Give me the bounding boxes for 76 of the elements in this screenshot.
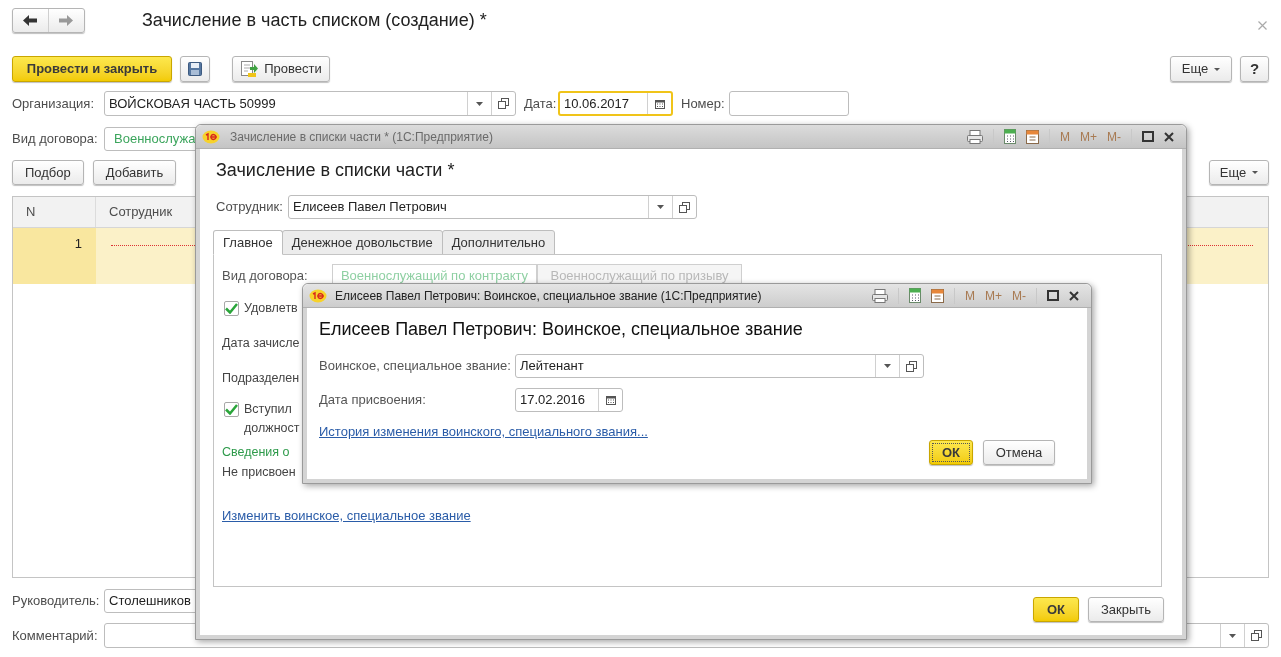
- app-logo-icon: [309, 288, 327, 303]
- caret-icon: [1214, 67, 1221, 71]
- checkbox[interactable]: [224, 301, 239, 316]
- rank-field[interactable]: Лейтенант: [515, 354, 924, 378]
- field-label: Руководитель:: [12, 592, 101, 611]
- calculator-icon[interactable]: [1004, 129, 1016, 144]
- right-arrow-icon: [59, 15, 74, 26]
- caret-icon: [884, 364, 891, 368]
- window-title: Зачисление в списки части * (1С:Предприятие): [230, 128, 493, 146]
- cancel-button[interactable]: Отмена: [983, 440, 1055, 465]
- organization-field[interactable]: ВОЙСКОВАЯ ЧАСТЬ 50999: [104, 91, 516, 116]
- more-button[interactable]: Еще: [1209, 160, 1269, 185]
- field-label: Дата:: [524, 94, 558, 113]
- app-logo-icon: [202, 129, 220, 144]
- checkbox-label: Вступил: [244, 401, 292, 418]
- open-icon: [679, 201, 690, 213]
- post-and-close-button[interactable]: Провести и закрыть: [12, 56, 172, 82]
- close-button[interactable]: Закрыть: [1088, 597, 1164, 622]
- window-title: Елисеев Павел Петрович: Воинское, специальное звание (1С:Предприятие): [335, 287, 762, 305]
- tab[interactable]: Дополнительно: [441, 230, 556, 255]
- date-field[interactable]: 10.06.2017: [558, 91, 673, 116]
- checkbox[interactable]: [224, 402, 239, 417]
- history-link[interactable]: История изменения воинского, специального звания...: [319, 423, 648, 441]
- number-field[interactable]: [729, 91, 849, 116]
- calendar-icon: [654, 98, 665, 109]
- caret-icon: [1229, 633, 1236, 638]
- field-label: Номер:: [681, 94, 726, 113]
- dialog-heading: Зачисление в списки части *: [216, 159, 456, 182]
- open-icon: [1251, 630, 1262, 641]
- post-button[interactable]: Провести: [232, 56, 330, 82]
- maximize-icon[interactable]: [1142, 131, 1154, 142]
- change-rank-link[interactable]: Изменить воинское, специальное звание: [222, 506, 471, 526]
- close-icon[interactable]: [1069, 290, 1079, 301]
- dialog-heading: Елисеев Павел Петрович: Воинское, специальное звание: [319, 318, 804, 341]
- field-label: Не присвоен: [222, 464, 296, 481]
- field-label: Вид договора:: [12, 130, 99, 149]
- section-heading: Сведения о: [222, 444, 290, 461]
- caret-icon: [476, 101, 483, 106]
- maximize-icon[interactable]: [1047, 290, 1059, 301]
- calendar-icon[interactable]: [1026, 129, 1039, 144]
- ok-button[interactable]: ОК: [1033, 597, 1079, 622]
- caret-icon: [657, 205, 664, 209]
- field-label: Дата присвоения:: [319, 391, 427, 410]
- field-label: Комментарий:: [12, 626, 99, 645]
- table-button[interactable]: Добавить: [92, 160, 177, 185]
- ok-button[interactable]: ОК: [929, 440, 973, 465]
- form-title: Зачисление в часть списком (создание) *: [142, 9, 487, 32]
- calculator-icon[interactable]: [909, 288, 921, 303]
- calendar-icon: [605, 395, 616, 405]
- help-button[interactable]: ?: [1240, 56, 1269, 82]
- field-label: Организация:: [12, 94, 96, 113]
- column-header[interactable]: N: [13, 197, 96, 227]
- open-icon: [906, 360, 917, 372]
- field-label: Подразделен: [222, 370, 300, 387]
- calendar-icon[interactable]: [931, 288, 944, 303]
- left-arrow-icon: [23, 15, 38, 26]
- checkbox-label: должност: [244, 420, 300, 437]
- close-icon[interactable]: [1164, 131, 1174, 142]
- field-label: Дата зачисле: [222, 335, 300, 352]
- print-icon[interactable]: [967, 129, 983, 144]
- checkbox-label: Удовлетв: [244, 300, 298, 317]
- table-cell: 1: [13, 228, 96, 284]
- caret-icon: [1252, 171, 1259, 174]
- open-icon: [498, 98, 509, 109]
- tab[interactable]: Главное: [213, 230, 283, 255]
- document-arrow-icon: [240, 60, 259, 78]
- save-button[interactable]: [180, 56, 210, 82]
- table-button[interactable]: Подбор: [12, 160, 84, 185]
- field-label: Воинское, специальное звание:: [319, 357, 512, 376]
- tab[interactable]: Денежное довольствие: [281, 230, 443, 255]
- field-label: Сотрудник:: [216, 198, 284, 217]
- date-field[interactable]: 17.02.2016: [515, 388, 623, 412]
- employee-field[interactable]: Елисеев Павел Петрович: [288, 195, 697, 219]
- more-button[interactable]: Еще: [1170, 56, 1232, 82]
- print-icon[interactable]: [872, 288, 888, 303]
- field-label: Вид договора:: [222, 266, 309, 285]
